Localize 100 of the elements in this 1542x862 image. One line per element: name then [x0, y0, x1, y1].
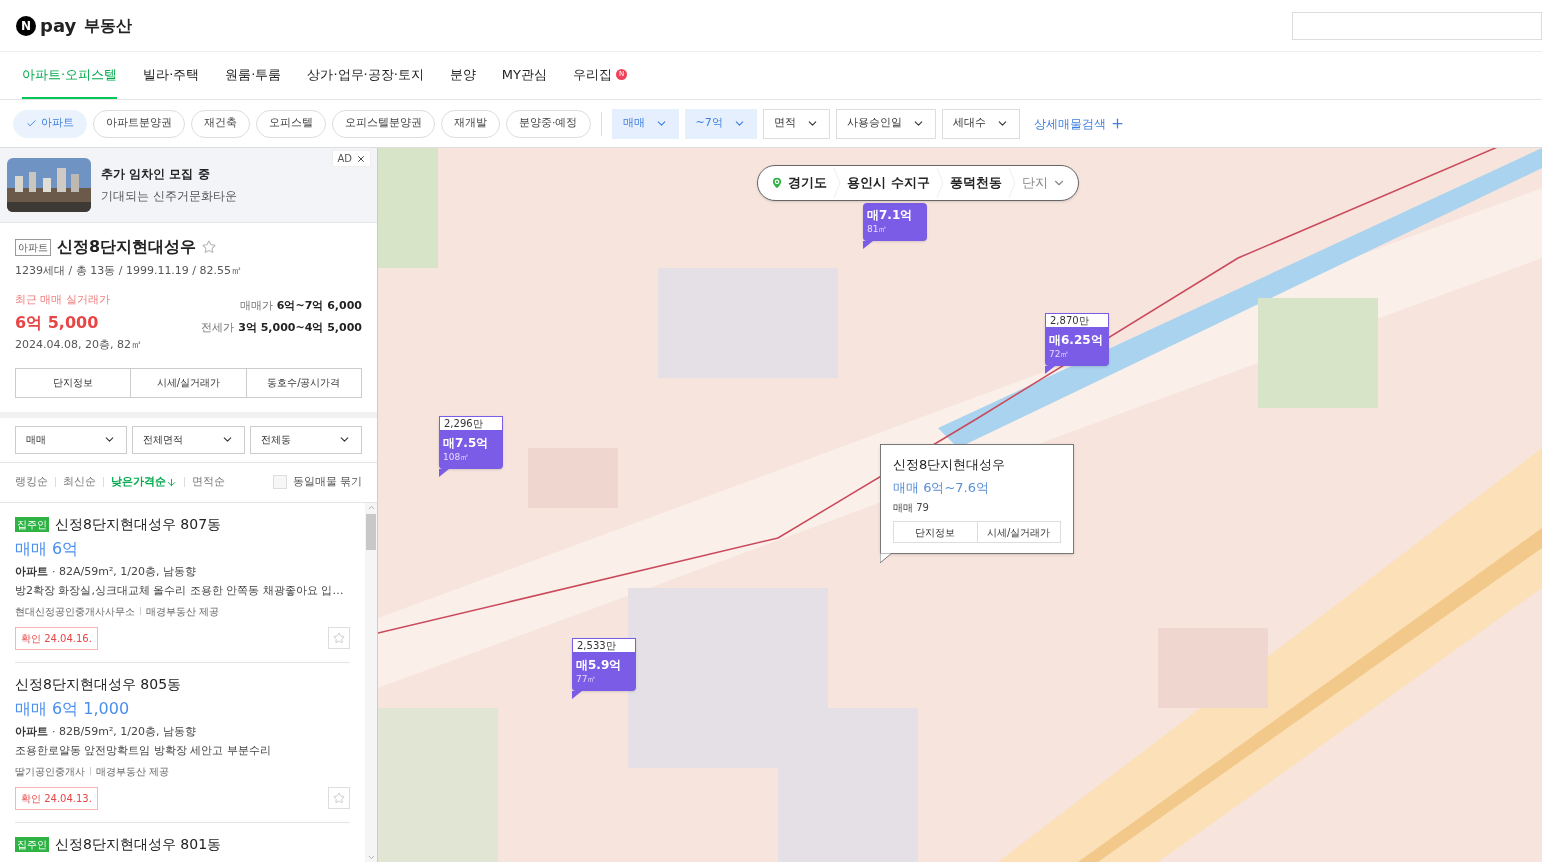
search-field[interactable] [1292, 11, 1542, 40]
sort-option[interactable]: 랭킹순 [15, 473, 48, 491]
complex-name: 신정8단지현대성우 [57, 236, 197, 258]
sort-option[interactable]: 면적순 [192, 473, 225, 491]
list-filter-dropdown[interactable]: 전체면적 [132, 425, 245, 454]
price-marker[interactable]: 매7.1억 81㎡ [863, 203, 927, 241]
check-icon [26, 118, 37, 129]
marker-tail-icon [572, 690, 582, 699]
listing-price: 매매 6억 [15, 537, 80, 560]
listing-title[interactable]: 신정8단지현대성우 805동 [15, 673, 182, 695]
price-label: 매매가 [239, 297, 273, 314]
marker-price: 매5.9억 [575, 657, 623, 673]
price-range: 3억 5,000~4억 5,000 [238, 320, 362, 336]
sort-option[interactable]: 최신순 [63, 473, 96, 491]
recent-trade-detail: 2024.04.08, 20층, 82㎡ [15, 337, 142, 353]
category-tab[interactable]: 분양 [449, 52, 476, 99]
scroll-down-icon[interactable] [366, 853, 376, 862]
detail-search-button[interactable]: 상세매물검색 [1033, 114, 1125, 133]
marker-price-per-pyeong: 2,870만 [1045, 313, 1109, 328]
agency-name: 현대신정공인중개사사무소 [15, 604, 135, 619]
type-tag: 아파트 [15, 238, 51, 256]
marker-price: 매6.25억 [1048, 332, 1104, 348]
marker-area: 108㎡ [439, 451, 503, 469]
breadcrumb-item[interactable]: 풍덕천동 [949, 173, 1002, 193]
breadcrumb-item[interactable]: 단지 [1021, 173, 1066, 193]
favorite-button[interactable] [328, 787, 350, 809]
marker-price: 매7.1억 [866, 207, 914, 223]
scrollbar[interactable] [365, 502, 377, 862]
popup-button[interactable]: 시세/실거래가 [976, 521, 1061, 543]
listing-description: 방2확장 화장실,싱크대교체 올수리 조용한 안쪽동 채광좋아요 입… [15, 583, 345, 599]
marker-area: 81㎡ [863, 223, 927, 241]
pin-icon [770, 176, 784, 190]
filter-dropdown[interactable]: ~7억 [684, 108, 757, 139]
filter-dropdown[interactable]: 면적 [762, 108, 830, 139]
marker-price: 매7.5억 [442, 435, 490, 451]
price-range: 6억~7억 6,000 [276, 297, 362, 314]
group-checkbox[interactable] [272, 475, 287, 489]
recent-price: 6억 5,000 [15, 312, 100, 334]
star-icon [333, 792, 345, 804]
complex-tab-button[interactable]: 단지정보 [15, 367, 132, 398]
filter-dropdown[interactable]: 사용승인일 [835, 108, 936, 139]
complex-tab-button[interactable]: 동호수/공시가격 [245, 367, 362, 398]
provider-name: 매경부동산 제공 [146, 604, 220, 619]
favorite-star-icon[interactable] [202, 240, 217, 254]
owner-badge: 집주인 [15, 836, 49, 852]
star-icon [333, 632, 345, 644]
scrollbar-thumb[interactable] [366, 513, 376, 550]
plus-icon [1109, 116, 1125, 131]
breadcrumb-item[interactable]: 경기도 [770, 173, 827, 193]
price-marker[interactable]: 2,533만 매5.9억 77㎡ [572, 638, 636, 691]
filter-dropdown[interactable]: 세대수 [941, 108, 1020, 139]
listing-spec: · 82B/59m², 1/20층, 남동향 [52, 723, 197, 740]
breadcrumb-item[interactable]: 용인시 수지구 [847, 173, 930, 193]
marker-price-per-pyeong: 2,533만 [572, 638, 636, 653]
price-marker[interactable]: 2,870만 매6.25억 72㎡ [1045, 313, 1109, 366]
provider-name: 매경부동산 제공 [96, 764, 170, 779]
marker-tail-icon [1045, 365, 1055, 374]
listing-type: 아파트 [15, 563, 48, 580]
category-tab[interactable]: 상가·업무·공장·토지 [307, 52, 424, 99]
marker-area: 77㎡ [572, 673, 636, 691]
recent-price-label: 최근 매매 실거래가 [15, 291, 111, 308]
listing-spec: · 82A/59m², 1/20층, 남동향 [52, 563, 197, 580]
list-filter-dropdown[interactable]: 전체동 [249, 425, 362, 454]
popup-price: 매매 6억~7.6억 [893, 478, 990, 497]
listing-title[interactable]: 신정8단지현대성우 807동 [55, 513, 222, 535]
list-filter-dropdown[interactable]: 매매 [15, 425, 128, 454]
ad-label: AD [337, 152, 352, 166]
arrow-down-icon [166, 476, 177, 488]
popup-button[interactable]: 단지정보 [893, 521, 978, 543]
category-tab[interactable]: 원룸·투룸 [225, 52, 282, 99]
close-icon[interactable] [356, 153, 366, 164]
listing-price: 매매 6억 1,000 [15, 697, 131, 720]
agency-name: 딸기공인중개사 [15, 764, 85, 779]
popup-count: 매매 79 [893, 501, 930, 515]
filter-dropdown[interactable]: 매매 [611, 108, 679, 139]
confirmed-date-tag: 확인 24.04.16. [15, 626, 98, 650]
category-tab[interactable]: MY관심 [501, 52, 547, 99]
owner-badge: 집주인 [15, 516, 49, 532]
marker-area: 72㎡ [1045, 348, 1109, 366]
listing-title[interactable]: 신정8단지현대성우 801동 [55, 833, 222, 855]
logo-title: 부동산 [84, 14, 133, 37]
logo-mark: N [16, 15, 36, 36]
ad-banner[interactable]: 추가 임차인 모집 중 기대되는 신주거문화타운 AD [0, 148, 377, 223]
group-checkbox-label: 동일매물 묶기 [292, 473, 362, 490]
confirmed-date-tag: 확인 24.04.13. [15, 786, 98, 810]
logo-text: pay [40, 14, 77, 38]
price-marker[interactable]: 2,296만 매7.5억 108㎡ [439, 416, 503, 469]
marker-price-per-pyeong: 2,296만 [439, 416, 503, 431]
marker-tail-icon [439, 468, 449, 477]
favorite-button[interactable] [328, 627, 350, 649]
marker-tail-icon [863, 240, 873, 249]
ad-title: 추가 임차인 모집 중 [101, 166, 211, 183]
price-label: 전세가 [201, 320, 235, 336]
type-chip[interactable]: 아파트 [13, 109, 87, 138]
listing-type: 아파트 [15, 723, 48, 740]
complex-tab-button[interactable]: 시세/실거래가 [130, 367, 247, 398]
listing-description: 조용한로얄동 앞전망확트임 방확장 세안고 부분수리 [15, 743, 272, 759]
ad-subtitle: 기대되는 신주거문화타운 [101, 188, 237, 205]
category-tab[interactable]: 빌라·주택 [143, 52, 200, 99]
popup-title: 신정8단지현대성우 [893, 456, 1007, 474]
